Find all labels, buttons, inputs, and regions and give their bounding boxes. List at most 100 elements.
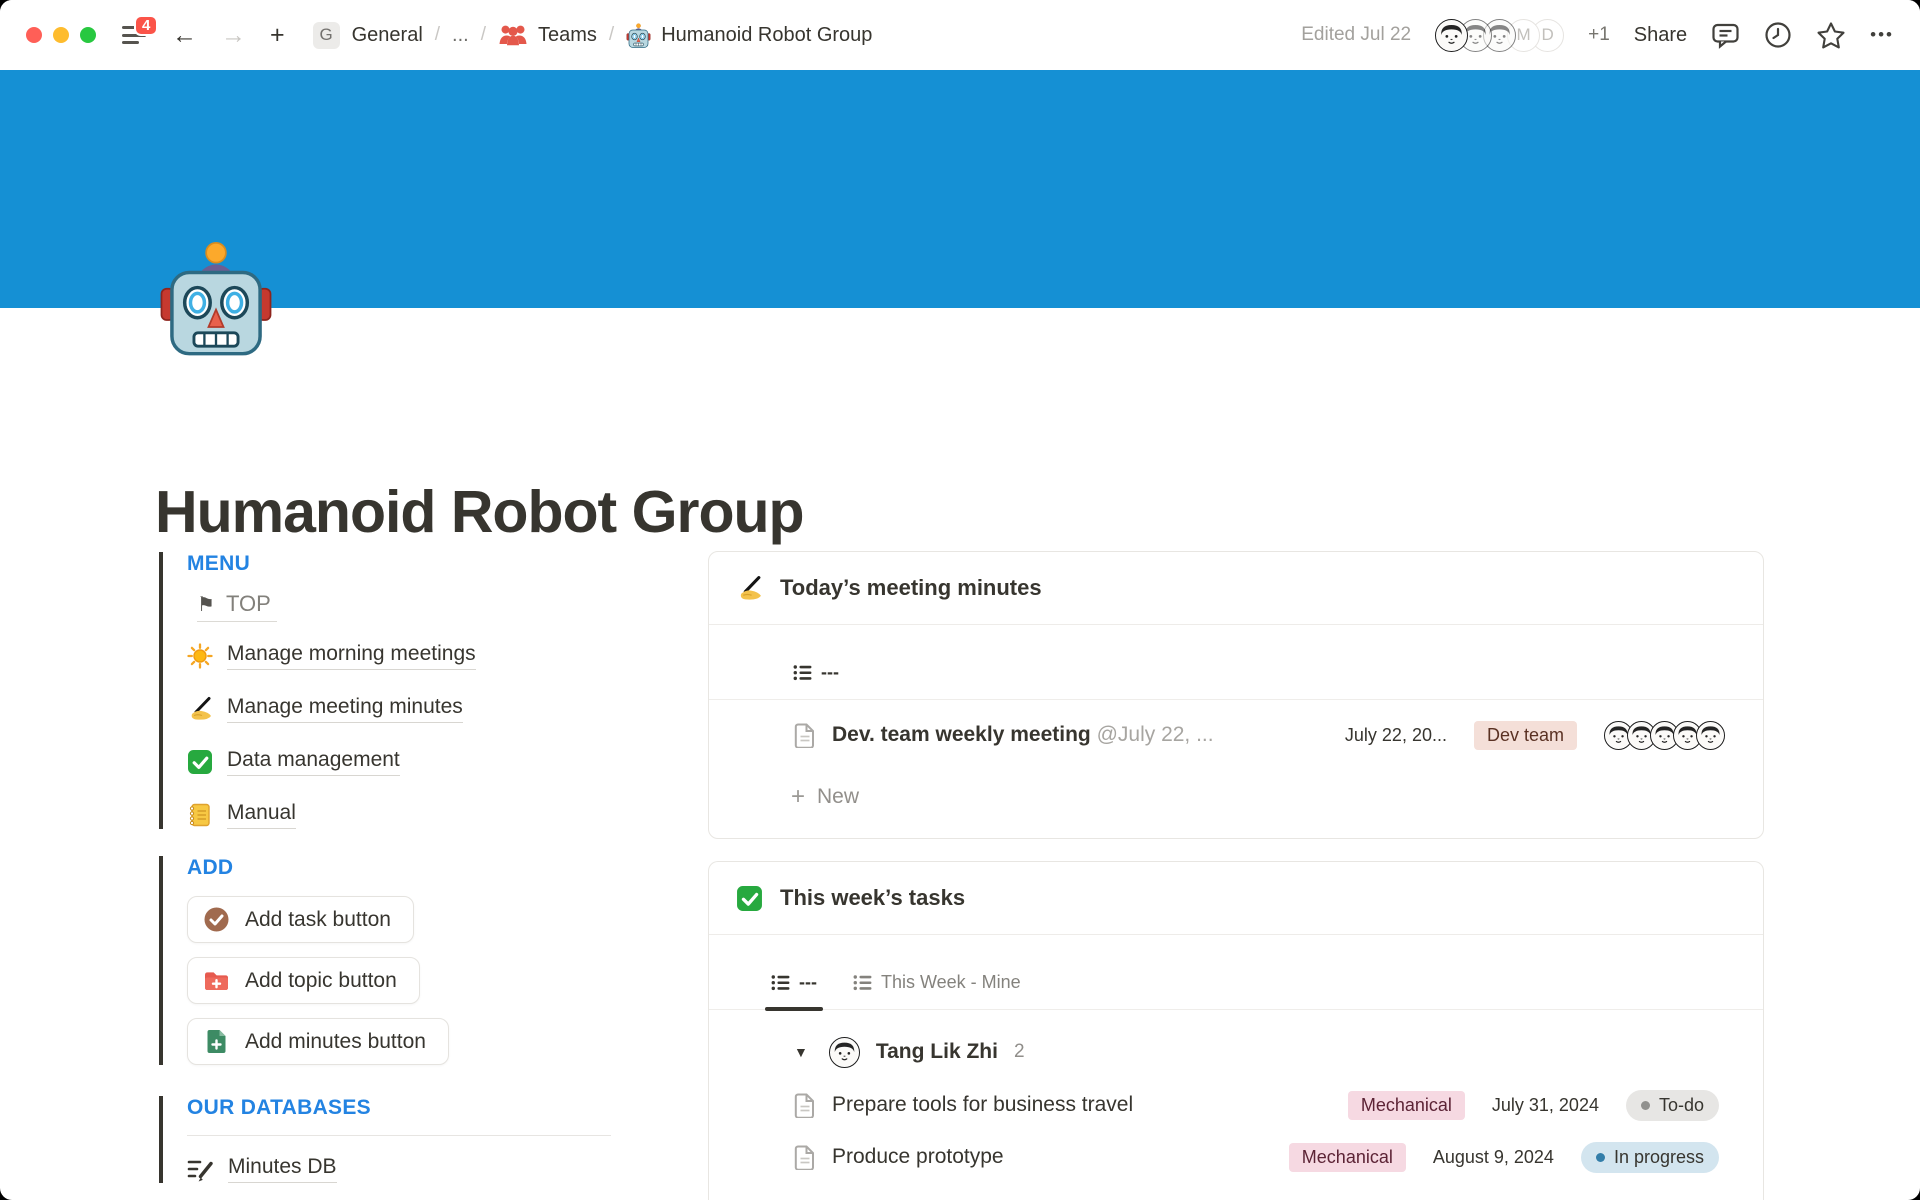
- category-tag: Mechanical: [1289, 1143, 1406, 1172]
- breadcrumb: G General / ... / Teams: [313, 22, 873, 49]
- databases-section: OUR DATABASES Minutes DB: [159, 1096, 611, 1183]
- card-title: Today’s meeting minutes: [780, 575, 1042, 601]
- add-minutes-button[interactable]: Add minutes button: [187, 1018, 449, 1065]
- forward-icon[interactable]: →: [221, 23, 246, 48]
- menu-heading: MENU: [187, 552, 476, 576]
- zoom-window-button[interactable]: [80, 27, 96, 43]
- menu-link-manual[interactable]: Manual: [187, 801, 476, 829]
- list-view-icon: [793, 663, 812, 682]
- date-mention: @July 22, ...: [1097, 723, 1214, 746]
- add-task-button[interactable]: Add task button: [187, 896, 414, 943]
- group-task-count: 2: [1014, 1041, 1025, 1063]
- meeting-properties: July 22, 20... Dev team: [1345, 721, 1725, 750]
- sun-icon: [187, 643, 213, 669]
- view-tab-this-week-mine[interactable]: This Week - Mine: [853, 972, 1021, 995]
- meeting-minutes-card: Today’s meeting minutes --- Dev. team we…: [708, 551, 1764, 839]
- page-icon: [794, 1144, 816, 1170]
- menu-link-data-management[interactable]: Data management: [187, 748, 476, 776]
- plus-icon: +: [791, 783, 805, 811]
- check-icon: [187, 749, 213, 775]
- task-properties: Mechanical July 31, 2024 To-do: [1348, 1090, 1719, 1121]
- back-icon[interactable]: ←: [172, 23, 197, 48]
- nav-controls: 4 ← → + G General / ... /: [122, 0, 872, 70]
- history-clock-icon[interactable]: [1764, 21, 1792, 49]
- assignee-name: Tang Lik Zhi: [876, 1040, 998, 1064]
- robot-icon: [626, 23, 651, 48]
- status-dot: [1641, 1101, 1650, 1110]
- card-header: Today’s meeting minutes: [709, 552, 1763, 625]
- menu-link-meeting-minutes[interactable]: Manage meeting minutes: [187, 695, 476, 723]
- page-robot-icon[interactable]: [158, 240, 274, 356]
- view-tab-all[interactable]: ---: [771, 972, 817, 995]
- category-tag: Mechanical: [1348, 1091, 1465, 1120]
- meeting-row[interactable]: Dev. team weekly meeting @July 22, ... J…: [709, 700, 1763, 770]
- list-view-icon: [853, 973, 872, 992]
- add-section: ADD Add task button Add topic button: [159, 856, 449, 1065]
- list-view-icon: [771, 973, 790, 992]
- add-topic-button[interactable]: Add topic button: [187, 957, 420, 1004]
- task-title: Produce prototype: [832, 1145, 1004, 1169]
- app-window: 4 ← → + G General / ... /: [0, 0, 1920, 1200]
- breadcrumb-separator: /: [435, 24, 440, 46]
- breadcrumb-general[interactable]: General: [352, 24, 423, 47]
- titlebar-right: Edited Jul 22 M D +1 Share: [1301, 0, 1894, 70]
- workspace-chip[interactable]: G: [313, 22, 340, 49]
- status-badge: To-do: [1626, 1090, 1719, 1121]
- check-icon: [736, 885, 763, 912]
- presence-avatars[interactable]: M D: [1435, 19, 1564, 52]
- minutes-db-link[interactable]: Minutes DB: [187, 1155, 611, 1183]
- meeting-title: Dev. team weekly meeting @July 22, ...: [832, 723, 1214, 747]
- new-tab-icon[interactable]: +: [270, 23, 285, 48]
- titlebar: 4 ← → + G General / ... /: [0, 0, 1920, 70]
- breadcrumb-current-page[interactable]: Humanoid Robot Group: [626, 23, 872, 48]
- breadcrumb-collapsed[interactable]: ...: [452, 24, 469, 47]
- folder-plus-icon: [203, 967, 230, 994]
- new-meeting-button[interactable]: + New: [709, 770, 1763, 824]
- close-window-button[interactable]: [26, 27, 42, 43]
- due-date: August 9, 2024: [1433, 1147, 1554, 1168]
- sidebar-toggle-icon[interactable]: 4: [122, 24, 148, 46]
- doc-plus-icon: [203, 1028, 230, 1055]
- task-title: Prepare tools for business travel: [832, 1093, 1133, 1117]
- task-row[interactable]: Prepare tools for business travel Mechan…: [709, 1080, 1763, 1130]
- menu-section: MENU ⚑ TOP Manage morning meetings: [159, 552, 476, 829]
- due-date: July 31, 2024: [1492, 1095, 1599, 1116]
- team-tag: Dev team: [1474, 721, 1577, 750]
- top-anchor-link[interactable]: ⚑ TOP: [197, 591, 277, 622]
- attendee-avatars: [1604, 721, 1725, 750]
- add-buttons: Add task button Add topic button: [187, 896, 449, 1065]
- page-title[interactable]: Humanoid Robot Group: [155, 478, 804, 546]
- page-icon: [794, 1092, 816, 1118]
- page-cover: [0, 70, 1920, 308]
- tasks-card: This week’s tasks --- This Week - Mine ▼…: [708, 861, 1764, 1200]
- breadcrumb-separator: /: [481, 24, 486, 46]
- writing-hand-icon: [736, 575, 763, 602]
- status-dot: [1596, 1153, 1605, 1162]
- window-controls: [26, 27, 96, 43]
- assignee-group-row: ▼ Tang Lik Zhi 2: [709, 1024, 1763, 1080]
- collapse-triangle-icon[interactable]: ▼: [794, 1044, 808, 1060]
- add-heading: ADD: [187, 856, 449, 880]
- card-header: This week’s tasks: [709, 862, 1763, 935]
- databases-heading: OUR DATABASES: [187, 1096, 611, 1120]
- flag-icon: ⚑: [197, 592, 215, 617]
- compose-icon: [187, 1156, 214, 1183]
- status-badge: In progress: [1581, 1142, 1719, 1173]
- favorite-star-icon[interactable]: [1816, 21, 1846, 50]
- view-tab-default[interactable]: ---: [793, 662, 839, 685]
- share-button[interactable]: Share: [1634, 24, 1687, 47]
- task-properties: Mechanical August 9, 2024 In progress: [1289, 1142, 1719, 1173]
- view-tabs: --- This Week - Mine: [709, 935, 1763, 1010]
- more-options-icon[interactable]: •••: [1870, 25, 1894, 45]
- task-check-icon: [203, 906, 230, 933]
- task-row[interactable]: Produce prototype Mechanical August 9, 2…: [709, 1132, 1763, 1182]
- minimize-window-button[interactable]: [53, 27, 69, 43]
- notification-badge: 4: [134, 15, 158, 36]
- breadcrumb-teams[interactable]: Teams: [498, 22, 597, 48]
- divider: [187, 1135, 611, 1136]
- page-icon: [794, 722, 816, 748]
- menu-link-morning-meetings[interactable]: Manage morning meetings: [187, 642, 476, 670]
- edited-timestamp: Edited Jul 22: [1301, 24, 1411, 46]
- comments-icon[interactable]: [1711, 21, 1740, 49]
- avatar-overflow-count[interactable]: +1: [1588, 24, 1610, 46]
